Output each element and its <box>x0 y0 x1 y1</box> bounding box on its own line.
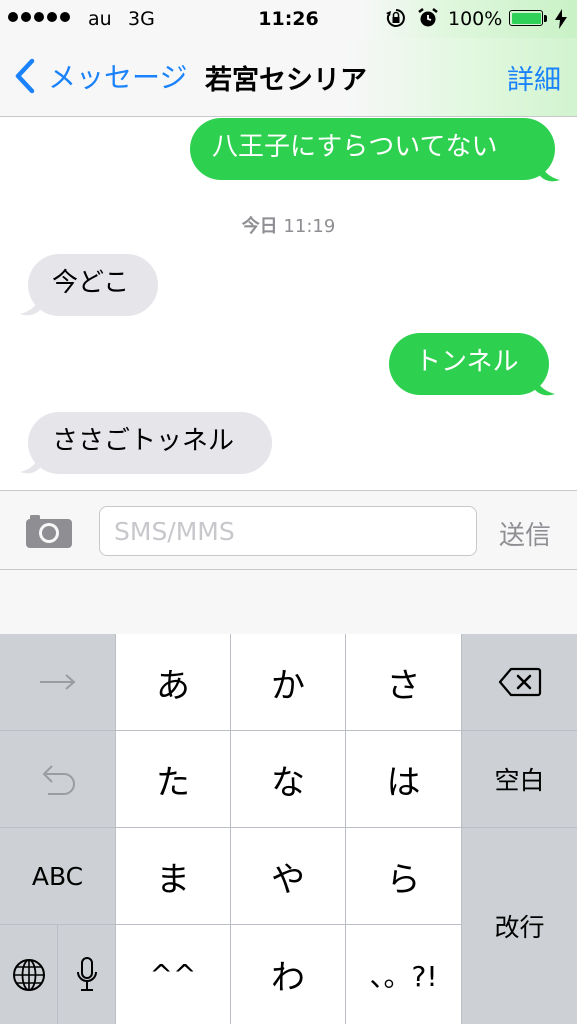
conversation-timestamp: 今日 11:19 <box>0 212 577 238</box>
dictation-key[interactable] <box>58 925 115 1024</box>
key-label: ま <box>156 859 190 900</box>
backspace-icon <box>498 667 541 697</box>
battery-percent: 100% <box>448 8 503 30</box>
key-label: 改行 <box>494 913 545 942</box>
message-bubble-outgoing[interactable]: トンネル <box>389 333 549 395</box>
key-label: は <box>386 762 421 803</box>
message-text: 今どこ <box>52 268 130 298</box>
next-candidate-key[interactable] <box>0 634 115 730</box>
kana-key-ma[interactable]: ま <box>116 828 230 924</box>
space-key[interactable]: 空白 <box>462 731 577 827</box>
key-label: さ <box>386 665 421 706</box>
kana-key-a[interactable]: あ <box>116 634 230 730</box>
send-button[interactable]: 送信 <box>499 515 551 552</box>
message-text-field[interactable] <box>99 506 477 556</box>
kana-key-ha[interactable]: は <box>346 731 461 827</box>
message-text: ささごトッネル <box>52 426 235 456</box>
back-button[interactable]: メッセージ <box>12 56 187 96</box>
conversation-title: 若宮セシリア <box>205 65 367 96</box>
message-bubble-incoming[interactable]: 今どこ <box>28 254 158 316</box>
key-label: ABC <box>31 861 84 891</box>
key-label: ら <box>386 859 421 900</box>
key-label: や <box>271 859 305 900</box>
punctuation-key[interactable]: 、。?! <box>346 925 461 1024</box>
bubble-tail-outgoing <box>540 162 560 182</box>
undo-key[interactable] <box>0 731 115 827</box>
undo-icon <box>42 765 75 795</box>
kana-key-sa[interactable]: さ <box>346 634 461 730</box>
message-text: トンネル <box>415 347 519 377</box>
timestamp-time: 11:19 <box>283 216 336 237</box>
arrow-right-icon <box>39 674 76 690</box>
message-bubble-outgoing[interactable]: 八王子にすらついてない <box>190 118 555 180</box>
message-text: 八王子にすらついてない <box>212 132 498 162</box>
kana-key-ka[interactable]: か <box>231 634 345 730</box>
globe-icon <box>12 958 45 991</box>
bubble-tail-incoming <box>20 296 40 316</box>
timestamp-day: 今日 <box>241 216 278 237</box>
globe-key[interactable] <box>0 925 57 1024</box>
back-label: メッセージ <box>48 61 188 94</box>
details-button[interactable]: 詳細 <box>507 58 561 97</box>
alarm-icon <box>418 8 438 27</box>
abc-key[interactable]: ABC <box>0 828 115 924</box>
rotation-lock-icon <box>386 9 405 27</box>
return-key[interactable]: 改行 <box>462 828 577 1024</box>
backspace-key[interactable] <box>462 634 577 730</box>
bubble-tail-incoming <box>20 454 40 474</box>
battery-tip <box>544 15 547 22</box>
kana-key-ya[interactable]: や <box>231 828 345 924</box>
status-bar: au 3G 11:26 100% <box>0 0 577 38</box>
key-label: 空白 <box>494 766 545 795</box>
keyboard-suggestion-area <box>0 570 577 634</box>
charging-icon <box>555 9 567 29</box>
key-label: 、。?! <box>369 959 438 993</box>
camera-icon[interactable] <box>24 513 74 549</box>
battery-icon <box>509 10 543 26</box>
key-label: ^^ <box>149 958 197 991</box>
message-bubble-incoming[interactable]: ささごトッネル <box>28 412 272 474</box>
kana-key-ra[interactable]: ら <box>346 828 461 924</box>
kana-key-wa[interactable]: わ <box>231 925 345 1024</box>
navigation-bar: メッセージ 若宮セシリア 詳細 <box>0 38 577 117</box>
chevron-left-icon <box>15 58 35 94</box>
key-label: た <box>156 762 190 803</box>
microphone-icon <box>76 956 97 991</box>
kana-key-ta[interactable]: た <box>116 731 230 827</box>
message-input-bar: 送信 <box>0 490 577 570</box>
kana-key-na[interactable]: な <box>231 731 345 827</box>
key-label: か <box>271 665 305 706</box>
key-label: な <box>271 762 305 803</box>
bubble-tail-outgoing <box>535 376 555 396</box>
dakuten-key[interactable]: ^^ <box>116 925 230 1024</box>
keyboard: あ か さ た な は 空白 ABC ま や ら 改行 ^^ わ 、。?! <box>0 634 577 1024</box>
key-label: あ <box>156 665 190 706</box>
key-label: わ <box>271 958 305 998</box>
